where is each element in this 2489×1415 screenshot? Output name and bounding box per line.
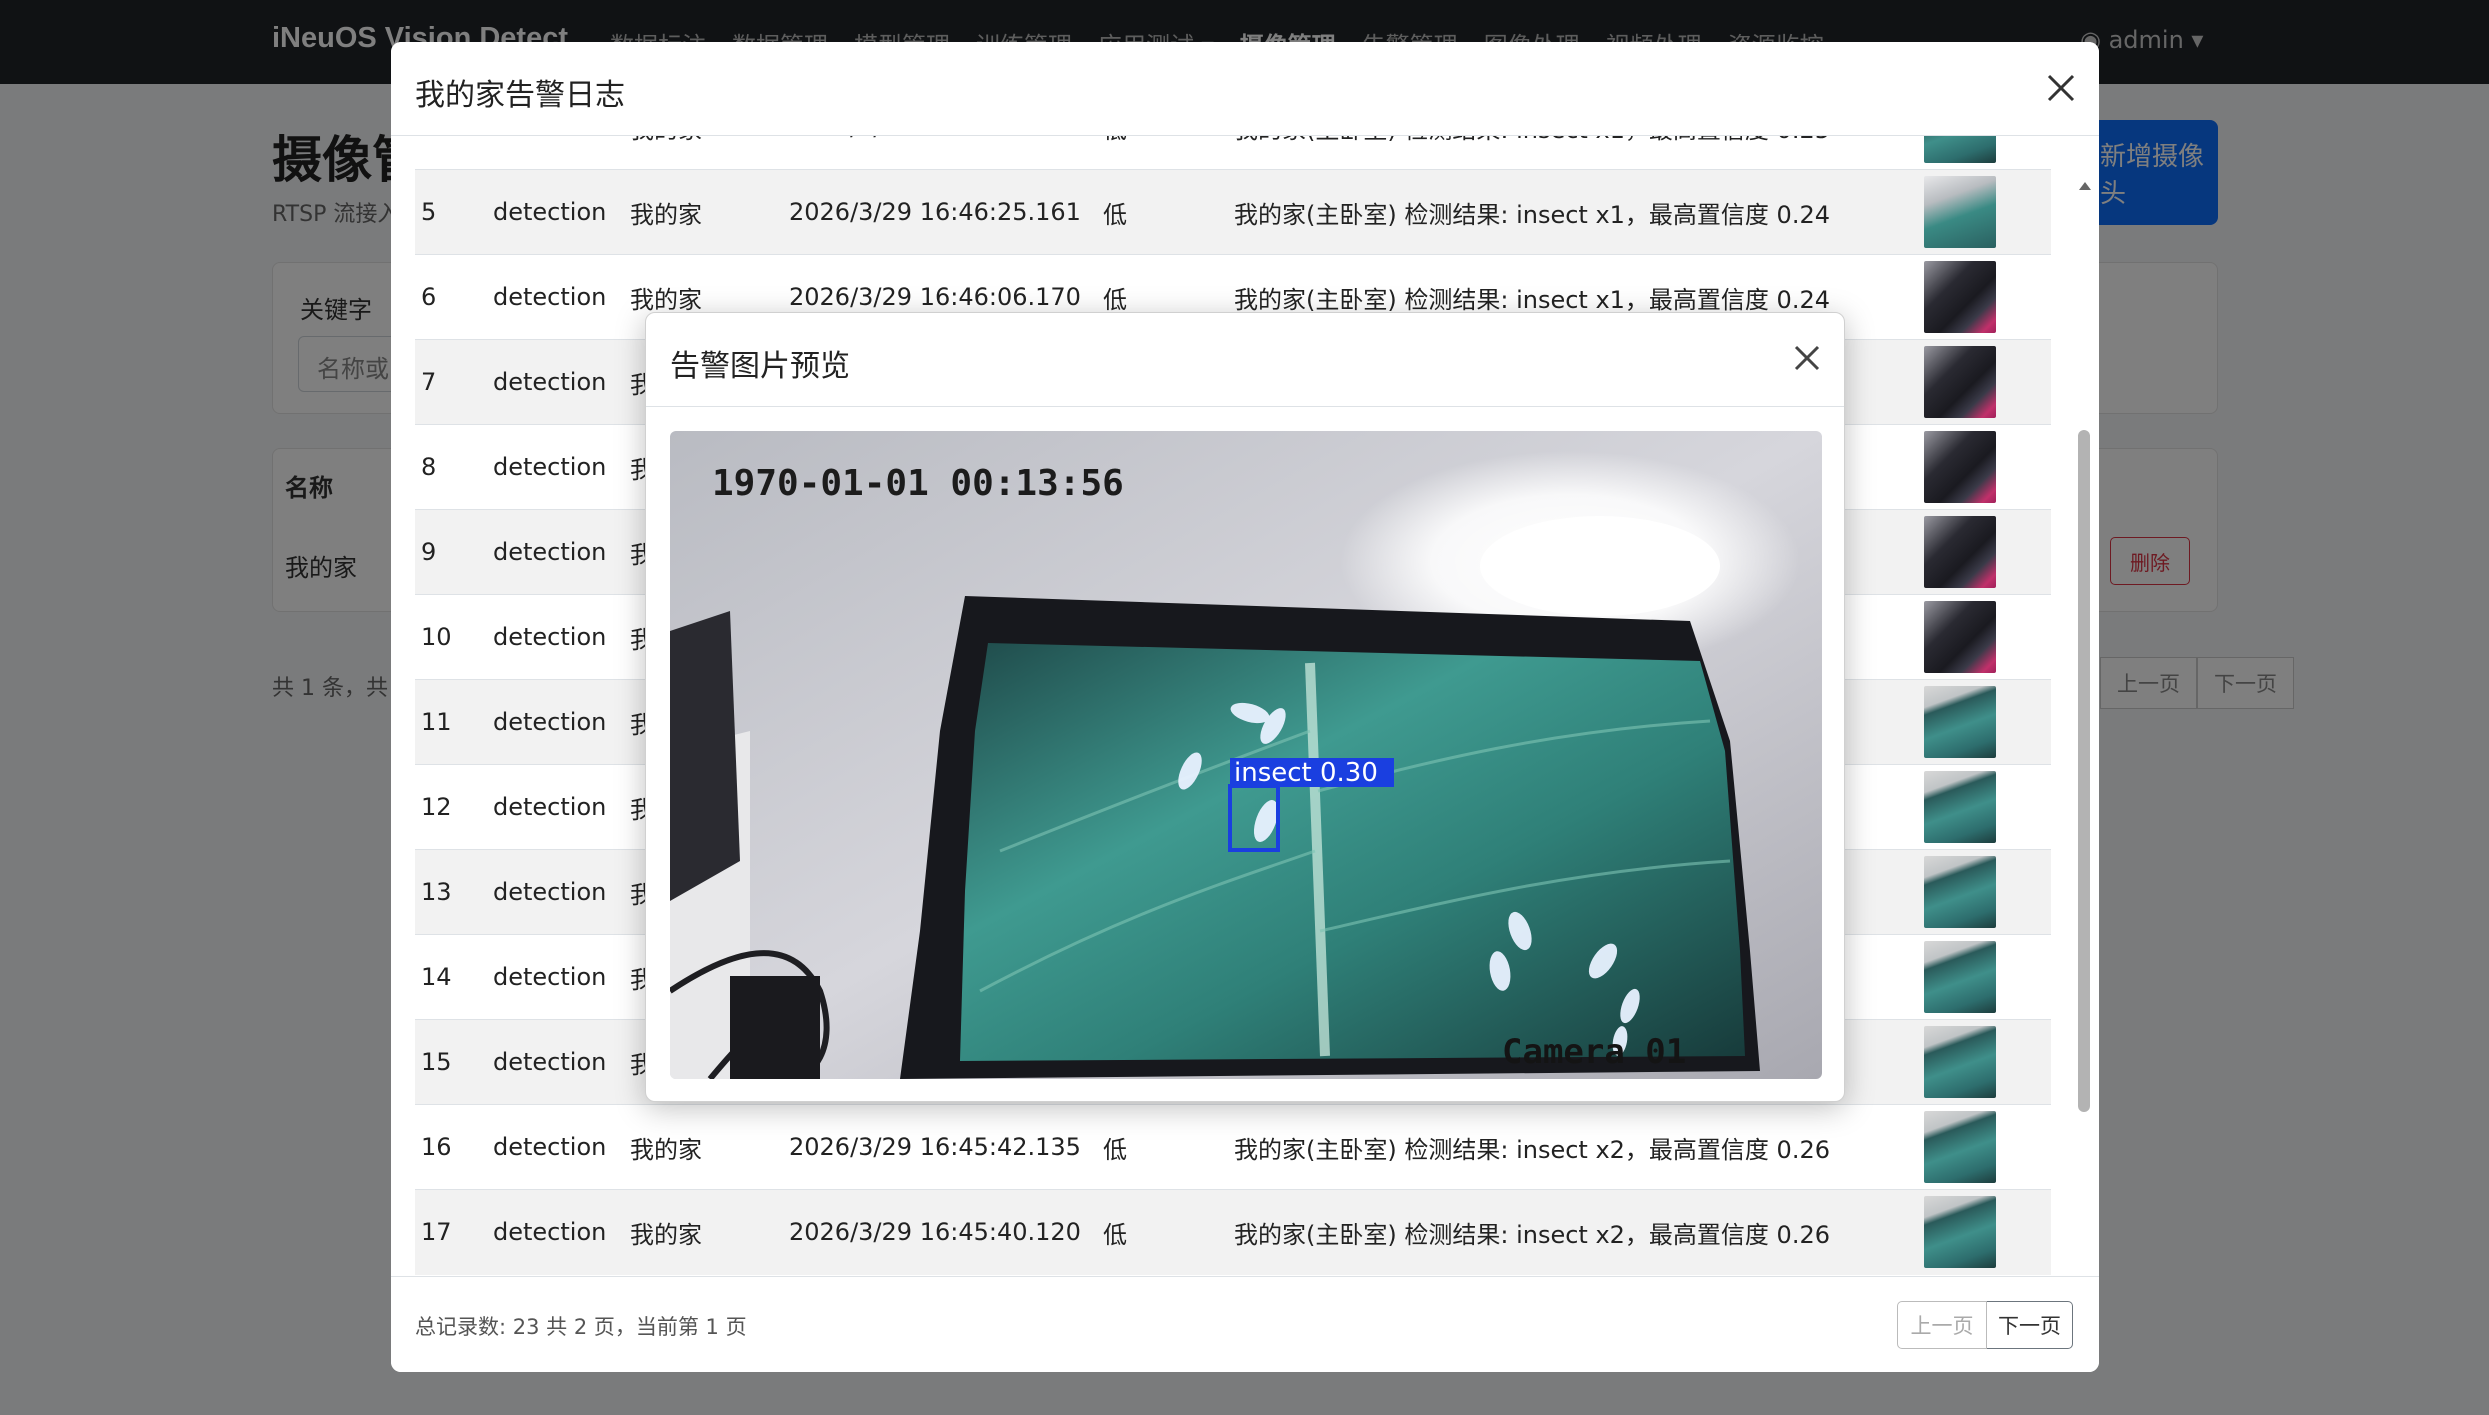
alert-thumbnail[interactable] <box>1924 431 1996 503</box>
row-thumbnail-cell <box>1924 169 2051 255</box>
preview-header: 告警图片预览 <box>646 313 1844 407</box>
row-index: 15 <box>415 1019 493 1105</box>
alert-thumbnail[interactable] <box>1924 1026 1996 1098</box>
row-alert-type: detection <box>493 594 630 680</box>
alert-snapshot-image: insect 0.30 1970-01-01 00:13:56 Camera 0… <box>670 431 1822 1079</box>
row-index: 13 <box>415 849 493 935</box>
row-camera-name: 我的家 <box>630 169 789 255</box>
close-icon[interactable] <box>2041 68 2081 108</box>
image-preview-dialog: 告警图片预览 insect 0.30 1970-01-01 00:13:56 C… <box>645 312 1845 1102</box>
alert-thumbnail[interactable] <box>1924 771 1996 843</box>
scroll-up-icon[interactable] <box>2079 182 2091 190</box>
row-index: 7 <box>415 339 493 425</box>
record-summary: 总记录数: 23 共 2 页，当前第 1 页 <box>415 1315 747 1339</box>
row-thumbnail-cell <box>1924 136 2051 170</box>
alert-thumbnail[interactable] <box>1924 346 1996 418</box>
row-alert-type: detection <box>493 764 630 850</box>
row-timestamp: 2026/3/29 16:46:25.161 <box>789 169 1103 255</box>
row-message: 我的家(主卧室) 检测结果: insect x2，最高置信度 0.26 <box>1234 1189 1924 1275</box>
row-thumbnail-cell <box>1924 1104 2051 1190</box>
scrollbar-thumb[interactable] <box>2078 430 2090 1112</box>
row-index: 5 <box>415 169 493 255</box>
row-alert-type: detection <box>493 424 630 510</box>
row-index: 14 <box>415 934 493 1020</box>
row-message: 我的家(主卧室) 检测结果: insect x1，最高置信度 0.25 <box>1234 136 1924 170</box>
next-page-button[interactable]: 下一页 <box>1987 1301 2073 1349</box>
row-alert-type: detection <box>493 339 630 425</box>
snapshot-timestamp: 1970-01-01 00:13:56 <box>712 463 1124 504</box>
row-level: 低 <box>1103 169 1234 255</box>
row-message: 我的家(主卧室) 检测结果: insect x1，最高置信度 0.24 <box>1234 169 1924 255</box>
row-camera-name: 我的家 <box>630 136 789 170</box>
modal-title: 我的家告警日志 <box>415 78 625 113</box>
row-index: 9 <box>415 509 493 595</box>
detection-label: insect 0.30 <box>1234 758 1378 788</box>
row-index: 6 <box>415 254 493 340</box>
table-row[interactable]: 16 detection 我的家 2026/3/29 16:45:42.135 低我的家… <box>415 1104 2051 1190</box>
row-alert-type: detection <box>493 136 630 170</box>
modal-header: 我的家告警日志 <box>391 42 2099 136</box>
table-row[interactable]: 17 detection 我的家 2026/3/29 16:45:40.120 低我的家… <box>415 1189 2051 1275</box>
row-thumbnail-cell <box>1924 1019 2051 1105</box>
row-thumbnail-cell <box>1924 764 2051 850</box>
row-alert-type: detection <box>493 934 630 1020</box>
table-row[interactable]: 4detection我的家2026/3/29 16:46:27.150低我的家(… <box>415 136 2051 170</box>
row-thumbnail-cell <box>1924 934 2051 1020</box>
alert-thumbnail[interactable] <box>1924 1196 1996 1269</box>
row-timestamp: 2026/3/29 16:46:27.150 <box>789 136 1103 170</box>
row-index: 10 <box>415 594 493 680</box>
row-thumbnail-cell <box>1924 594 2051 680</box>
close-icon[interactable] <box>1788 339 1826 377</box>
row-alert-type: detection <box>493 169 630 255</box>
row-thumbnail-cell <box>1924 339 2051 425</box>
row-camera-name: 我的家 <box>630 1189 789 1275</box>
row-alert-type: detection <box>493 1019 630 1105</box>
alert-thumbnail[interactable] <box>1924 261 1996 333</box>
table-scrollbar[interactable] <box>2071 136 2097 1319</box>
row-alert-type: detection <box>493 849 630 935</box>
row-alert-type: detection <box>493 509 630 595</box>
row-index: 4 <box>415 136 493 170</box>
row-alert-type: detection <box>493 1189 630 1275</box>
row-thumbnail-cell <box>1924 679 2051 765</box>
alert-thumbnail[interactable] <box>1924 856 1996 928</box>
row-index: 8 <box>415 424 493 510</box>
table-row[interactable]: 5 detection 我的家 2026/3/29 16:46:25.161 低我的家(… <box>415 169 2051 255</box>
row-index: 12 <box>415 764 493 850</box>
alert-thumbnail[interactable] <box>1924 601 1996 673</box>
row-level: 低 <box>1103 1189 1234 1275</box>
row-message: 我的家(主卧室) 检测结果: insect x2，最高置信度 0.26 <box>1234 1104 1924 1190</box>
row-thumbnail-cell <box>1924 254 2051 340</box>
row-alert-type: detection <box>493 254 630 340</box>
row-index: 11 <box>415 679 493 765</box>
alert-thumbnail[interactable] <box>1924 136 1996 163</box>
alert-thumbnail[interactable] <box>1924 176 1996 248</box>
row-thumbnail-cell <box>1924 1189 2051 1275</box>
row-index: 17 <box>415 1189 493 1275</box>
row-level: 低 <box>1103 136 1234 170</box>
alert-thumbnail[interactable] <box>1924 1111 1996 1183</box>
row-camera-name: 我的家 <box>630 1104 789 1190</box>
row-level: 低 <box>1103 1104 1234 1190</box>
row-thumbnail-cell <box>1924 424 2051 510</box>
row-thumbnail-cell <box>1924 849 2051 935</box>
row-alert-type: detection <box>493 679 630 765</box>
row-alert-type: detection <box>493 1104 630 1190</box>
alert-thumbnail[interactable] <box>1924 686 1996 758</box>
row-timestamp: 2026/3/29 16:45:40.120 <box>789 1189 1103 1275</box>
alert-thumbnail[interactable] <box>1924 516 1996 588</box>
modal-pager: 上一页 下一页 <box>1897 1301 2073 1349</box>
prev-page-button[interactable]: 上一页 <box>1897 1301 1987 1349</box>
row-thumbnail-cell <box>1924 509 2051 595</box>
preview-title: 告警图片预览 <box>670 349 850 384</box>
row-timestamp: 2026/3/29 16:45:42.135 <box>789 1104 1103 1190</box>
alert-thumbnail[interactable] <box>1924 941 1996 1013</box>
row-index: 16 <box>415 1104 493 1190</box>
snapshot-camera-label: Camera 01 <box>1502 1032 1686 1072</box>
modal-footer: 总记录数: 23 共 2 页，当前第 1 页 上一页 下一页 <box>391 1276 2099 1372</box>
